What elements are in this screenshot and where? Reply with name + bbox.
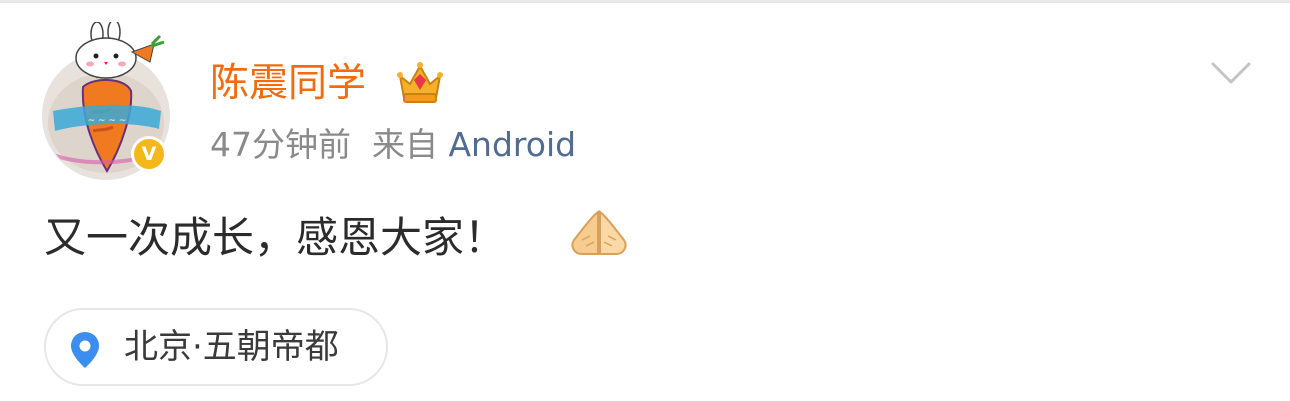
post-meta: 47分钟前 来自 Android (210, 125, 576, 165)
author-name[interactable]: 陈震同学 (210, 58, 366, 110)
post-text: 又一次成长，感恩大家！ (44, 213, 507, 262)
verified-badge-icon: V (131, 136, 167, 172)
location-label: 北京·五朝帝都 (124, 327, 339, 367)
crown-icon[interactable] (396, 60, 444, 106)
top-divider (0, 0, 1290, 3)
post-time: 47分钟前 (210, 125, 351, 164)
source-prefix: 来自 (371, 125, 438, 164)
verified-mark: V (141, 143, 157, 165)
location-pin-icon (71, 332, 99, 368)
praying-hands-icon (571, 210, 627, 255)
bunny-sticker-icon (75, 22, 165, 79)
svg-text:~ ~ ~ ~: ~ ~ ~ ~ (88, 116, 127, 126)
chevron-down-icon[interactable] (1210, 60, 1252, 88)
source-link[interactable]: Android (448, 125, 576, 164)
author-avatar[interactable]: ~ ~ ~ ~ V (42, 22, 172, 182)
location-tag[interactable]: 北京·五朝帝都 (44, 308, 388, 386)
